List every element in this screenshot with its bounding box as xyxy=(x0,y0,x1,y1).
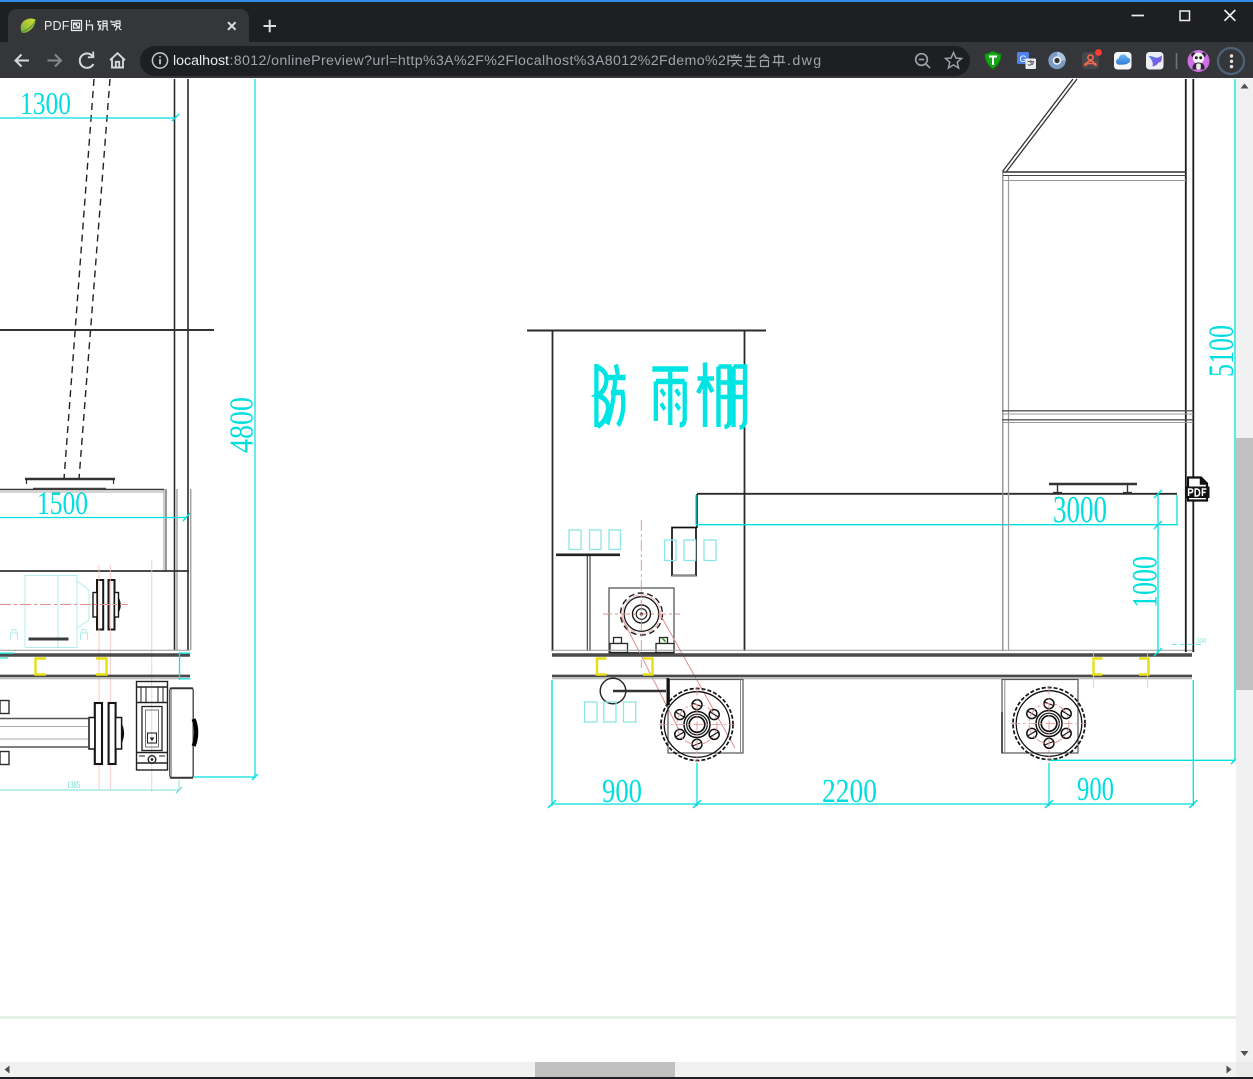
svg-text:1000: 1000 xyxy=(1125,556,1165,608)
svg-text:.dwg: .dwg xyxy=(787,53,823,69)
svg-text:900: 900 xyxy=(602,773,642,810)
svg-text:2200: 2200 xyxy=(822,773,877,810)
svg-text:300: 300 xyxy=(1196,637,1207,645)
svg-text:1300: 1300 xyxy=(20,85,71,121)
svg-text::8012/onlinePreview?url=http%3: :8012/onlinePreview?url=http%3A%2F%2Floc… xyxy=(230,53,736,69)
svg-text:localhost: localhost xyxy=(173,53,229,69)
svg-text:1385: 1385 xyxy=(67,780,80,790)
svg-text:1500: 1500 xyxy=(37,486,88,522)
svg-text:3000: 3000 xyxy=(1053,489,1107,531)
svg-text:5100: 5100 xyxy=(1201,325,1241,377)
svg-text:900: 900 xyxy=(1077,771,1114,808)
svg-text:4800: 4800 xyxy=(224,397,261,453)
